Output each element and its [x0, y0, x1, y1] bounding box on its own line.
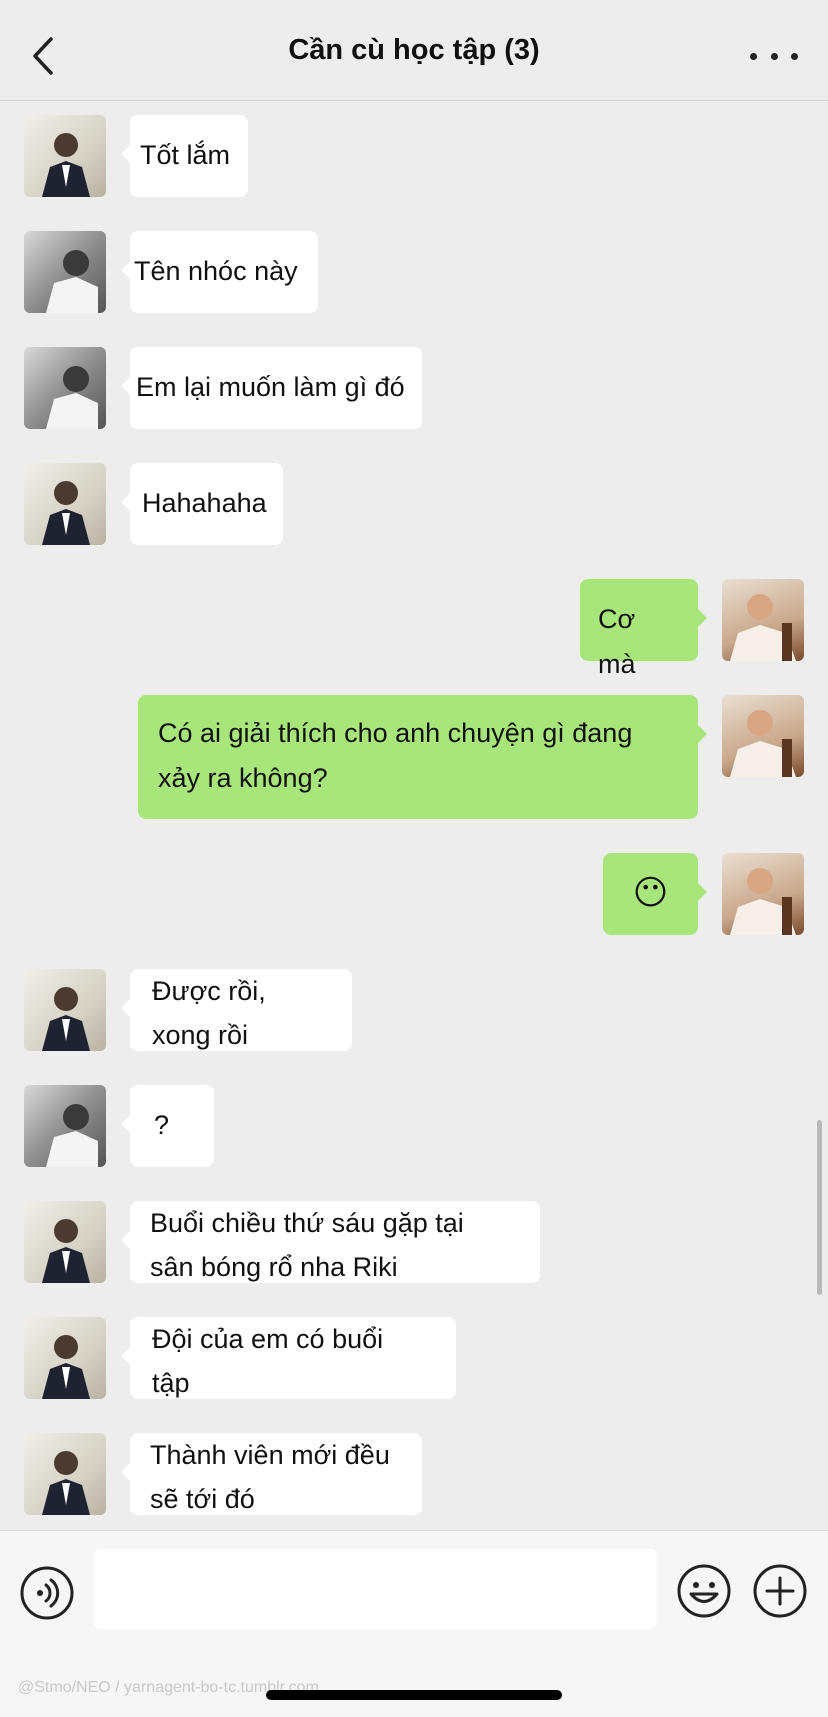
avatar-self[interactable]	[722, 579, 804, 661]
message-bubble[interactable]: Tốt lắm	[121, 115, 248, 197]
voice-button[interactable]	[19, 1565, 75, 1621]
avatar-bw[interactable]	[24, 1085, 106, 1167]
chat-title: Cần cù học tập (3)	[288, 34, 540, 66]
avatar-suit[interactable]	[24, 463, 106, 545]
avatar-suit[interactable]	[24, 1433, 106, 1515]
chat-screen: Cần cù học tập (3) Tốt lắm Tên nhóc này …	[0, 0, 828, 1717]
more-options-button[interactable]	[750, 44, 798, 68]
emoji-button[interactable]	[676, 1563, 732, 1619]
message-bubble[interactable]: Tên nhóc này	[121, 231, 318, 313]
home-indicator[interactable]	[266, 1690, 562, 1700]
avatar-bw[interactable]	[24, 347, 106, 429]
message-bubble[interactable]: Được rồi, xong rồi	[121, 969, 352, 1051]
avatar-suit[interactable]	[24, 115, 106, 197]
scrollbar[interactable]	[817, 1120, 822, 1295]
message-bubble[interactable]: Hahahaha	[121, 463, 283, 545]
message-bubble[interactable]: Đội của em có buổi tập	[121, 1317, 456, 1399]
message-bubble-sent[interactable]: Cơ mà	[580, 579, 707, 679]
avatar-bw[interactable]	[24, 231, 106, 313]
more-dots-icon	[750, 52, 757, 60]
voice-icon	[20, 1566, 74, 1620]
avatar-suit[interactable]	[24, 1201, 106, 1283]
plus-button[interactable]	[752, 1563, 808, 1619]
message-bubble[interactable]: Thành viên mới đều sẽ tới đó	[121, 1433, 422, 1515]
avatar-self[interactable]	[722, 853, 804, 935]
message-input[interactable]	[94, 1549, 657, 1629]
input-bar: @Stmo/NEO / yarnagent-bo-tc.tumblr.com	[0, 1530, 828, 1717]
avatar-suit[interactable]	[24, 1317, 106, 1399]
avatar-suit[interactable]	[24, 969, 106, 1051]
message-bubble[interactable]: ?	[121, 1085, 214, 1167]
plus-icon	[753, 1564, 807, 1618]
message-bubble-sent[interactable]: 😶	[603, 853, 707, 935]
message-bubble-sent[interactable]: Có ai giải thích cho anh chuyện gì đang …	[138, 695, 707, 819]
emoji-icon	[677, 1564, 731, 1618]
avatar-self[interactable]	[722, 695, 804, 777]
message-bubble[interactable]: Em lại muốn làm gì đó	[121, 347, 422, 429]
chat-header: Cần cù học tập (3)	[0, 0, 828, 101]
message-bubble[interactable]: Buổi chiều thứ sáu gặp tại sân bóng rổ n…	[121, 1201, 540, 1283]
